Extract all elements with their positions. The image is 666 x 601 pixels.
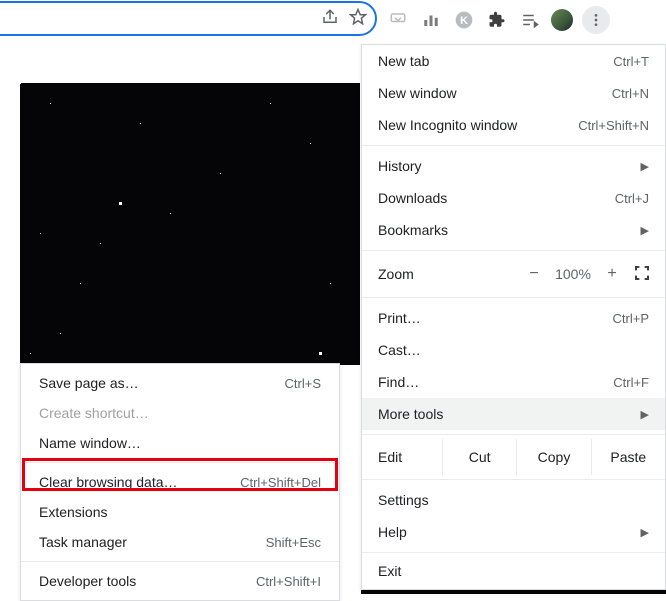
clear-browsing-data-item[interactable]: Clear browsing data… Ctrl+Shift+Del	[21, 467, 339, 497]
omnibox[interactable]	[0, 1, 377, 36]
share-icon[interactable]	[321, 8, 339, 31]
submenu-arrow-icon: ▶	[641, 160, 649, 173]
menu-label: Task manager	[39, 534, 127, 550]
more-tools-submenu: Save page as… Ctrl+S Create shortcut… Na…	[20, 363, 340, 601]
zoom-value: 100%	[549, 266, 597, 282]
pocket-icon[interactable]	[386, 8, 410, 32]
menu-separator	[362, 479, 665, 480]
menu-shortcut: Ctrl+Shift+Del	[240, 475, 321, 490]
menu-edit-row: Edit Cut Copy Paste	[362, 439, 665, 475]
menu-label: Cast…	[378, 342, 421, 358]
zoom-label: Zoom	[378, 266, 519, 282]
menu-label: Save page as…	[39, 375, 139, 391]
menu-label: Downloads	[378, 190, 447, 206]
menu-exit[interactable]: Exit	[362, 557, 665, 589]
menu-separator	[362, 297, 665, 298]
menu-shortcut: Ctrl+T	[613, 54, 649, 69]
kebab-menu-button[interactable]	[582, 6, 610, 34]
menu-label: Developer tools	[39, 573, 136, 589]
toolbar-extension-icons: K	[386, 6, 610, 34]
menu-shortcut: Shift+Esc	[266, 535, 321, 550]
menu-label: Print…	[378, 310, 421, 326]
menu-label: Name window…	[39, 435, 141, 451]
submenu-arrow-icon: ▶	[641, 526, 649, 539]
menu-shortcut: Ctrl+S	[285, 376, 321, 391]
submenu-arrow-icon: ▶	[641, 224, 649, 237]
create-shortcut-item: Create shortcut…	[21, 398, 339, 428]
developer-tools-item[interactable]: Developer tools Ctrl+Shift+I	[21, 566, 339, 596]
task-manager-item[interactable]: Task manager Shift+Esc	[21, 527, 339, 557]
menu-history[interactable]: History ▶	[362, 150, 665, 182]
name-window-item[interactable]: Name window…	[21, 428, 339, 458]
menu-separator	[362, 552, 665, 553]
menu-settings[interactable]: Settings	[362, 484, 665, 516]
menu-shortcut: Ctrl+F	[613, 375, 649, 390]
menu-label: Extensions	[39, 504, 107, 520]
edit-label: Edit	[362, 449, 442, 465]
fullscreen-button[interactable]	[627, 265, 657, 284]
menu-shortcut: Ctrl+Shift+I	[256, 574, 321, 589]
menu-zoom-row: Zoom − 100% +	[362, 255, 665, 293]
menu-separator	[21, 561, 339, 562]
paste-button[interactable]: Paste	[591, 439, 665, 475]
menu-new-window[interactable]: New window Ctrl+N	[362, 77, 665, 109]
menu-shortcut: Ctrl+Shift+N	[578, 118, 649, 133]
menu-shortcut: Ctrl+J	[615, 191, 649, 206]
menu-label: Exit	[378, 563, 401, 579]
menu-cast[interactable]: Cast…	[362, 334, 665, 366]
menu-help[interactable]: Help ▶	[362, 516, 665, 548]
star-icon[interactable]	[349, 8, 367, 31]
extensions-icon[interactable]	[485, 8, 509, 32]
menu-new-tab[interactable]: New tab Ctrl+T	[362, 45, 665, 77]
menu-bookmarks[interactable]: Bookmarks ▶	[362, 214, 665, 246]
zoom-in-button[interactable]: +	[597, 265, 627, 283]
browser-toolbar: K	[0, 0, 666, 46]
cut-button[interactable]: Cut	[442, 439, 516, 475]
menu-separator	[362, 434, 665, 435]
menu-find[interactable]: Find… Ctrl+F	[362, 366, 665, 398]
menu-label: More tools	[378, 406, 443, 422]
menu-separator	[362, 250, 665, 251]
menu-label: New Incognito window	[378, 117, 517, 133]
submenu-arrow-icon: ▶	[641, 408, 649, 421]
save-page-item[interactable]: Save page as… Ctrl+S	[21, 368, 339, 398]
menu-separator	[21, 462, 339, 463]
menu-incognito[interactable]: New Incognito window Ctrl+Shift+N	[362, 109, 665, 141]
chrome-main-menu: New tab Ctrl+T New window Ctrl+N New Inc…	[361, 44, 666, 590]
menu-downloads[interactable]: Downloads Ctrl+J	[362, 182, 665, 214]
extensions-item[interactable]: Extensions	[21, 497, 339, 527]
menu-shortcut: Ctrl+N	[612, 86, 649, 101]
chart-icon[interactable]	[419, 8, 443, 32]
menu-shortcut: Ctrl+P	[613, 311, 649, 326]
menu-more-tools[interactable]: More tools ▶	[362, 398, 665, 430]
menu-label: History	[378, 158, 422, 174]
playlist-icon[interactable]	[518, 8, 542, 32]
page-content-dark	[20, 83, 360, 365]
menu-label: Create shortcut…	[39, 405, 149, 421]
zoom-out-button[interactable]: −	[519, 265, 549, 283]
profile-avatar[interactable]	[551, 9, 573, 31]
menu-label: New window	[378, 85, 457, 101]
menu-separator	[362, 145, 665, 146]
menu-label: Help	[378, 524, 407, 540]
k-icon[interactable]: K	[452, 8, 476, 32]
menu-label: Clear browsing data…	[39, 474, 178, 490]
menu-label: Bookmarks	[378, 222, 448, 238]
menu-label: Settings	[378, 492, 429, 508]
menu-label: Find…	[378, 374, 419, 390]
menu-label: New tab	[378, 53, 429, 69]
copy-button[interactable]: Copy	[516, 439, 590, 475]
menu-print[interactable]: Print… Ctrl+P	[362, 302, 665, 334]
svg-text:K: K	[460, 15, 468, 27]
